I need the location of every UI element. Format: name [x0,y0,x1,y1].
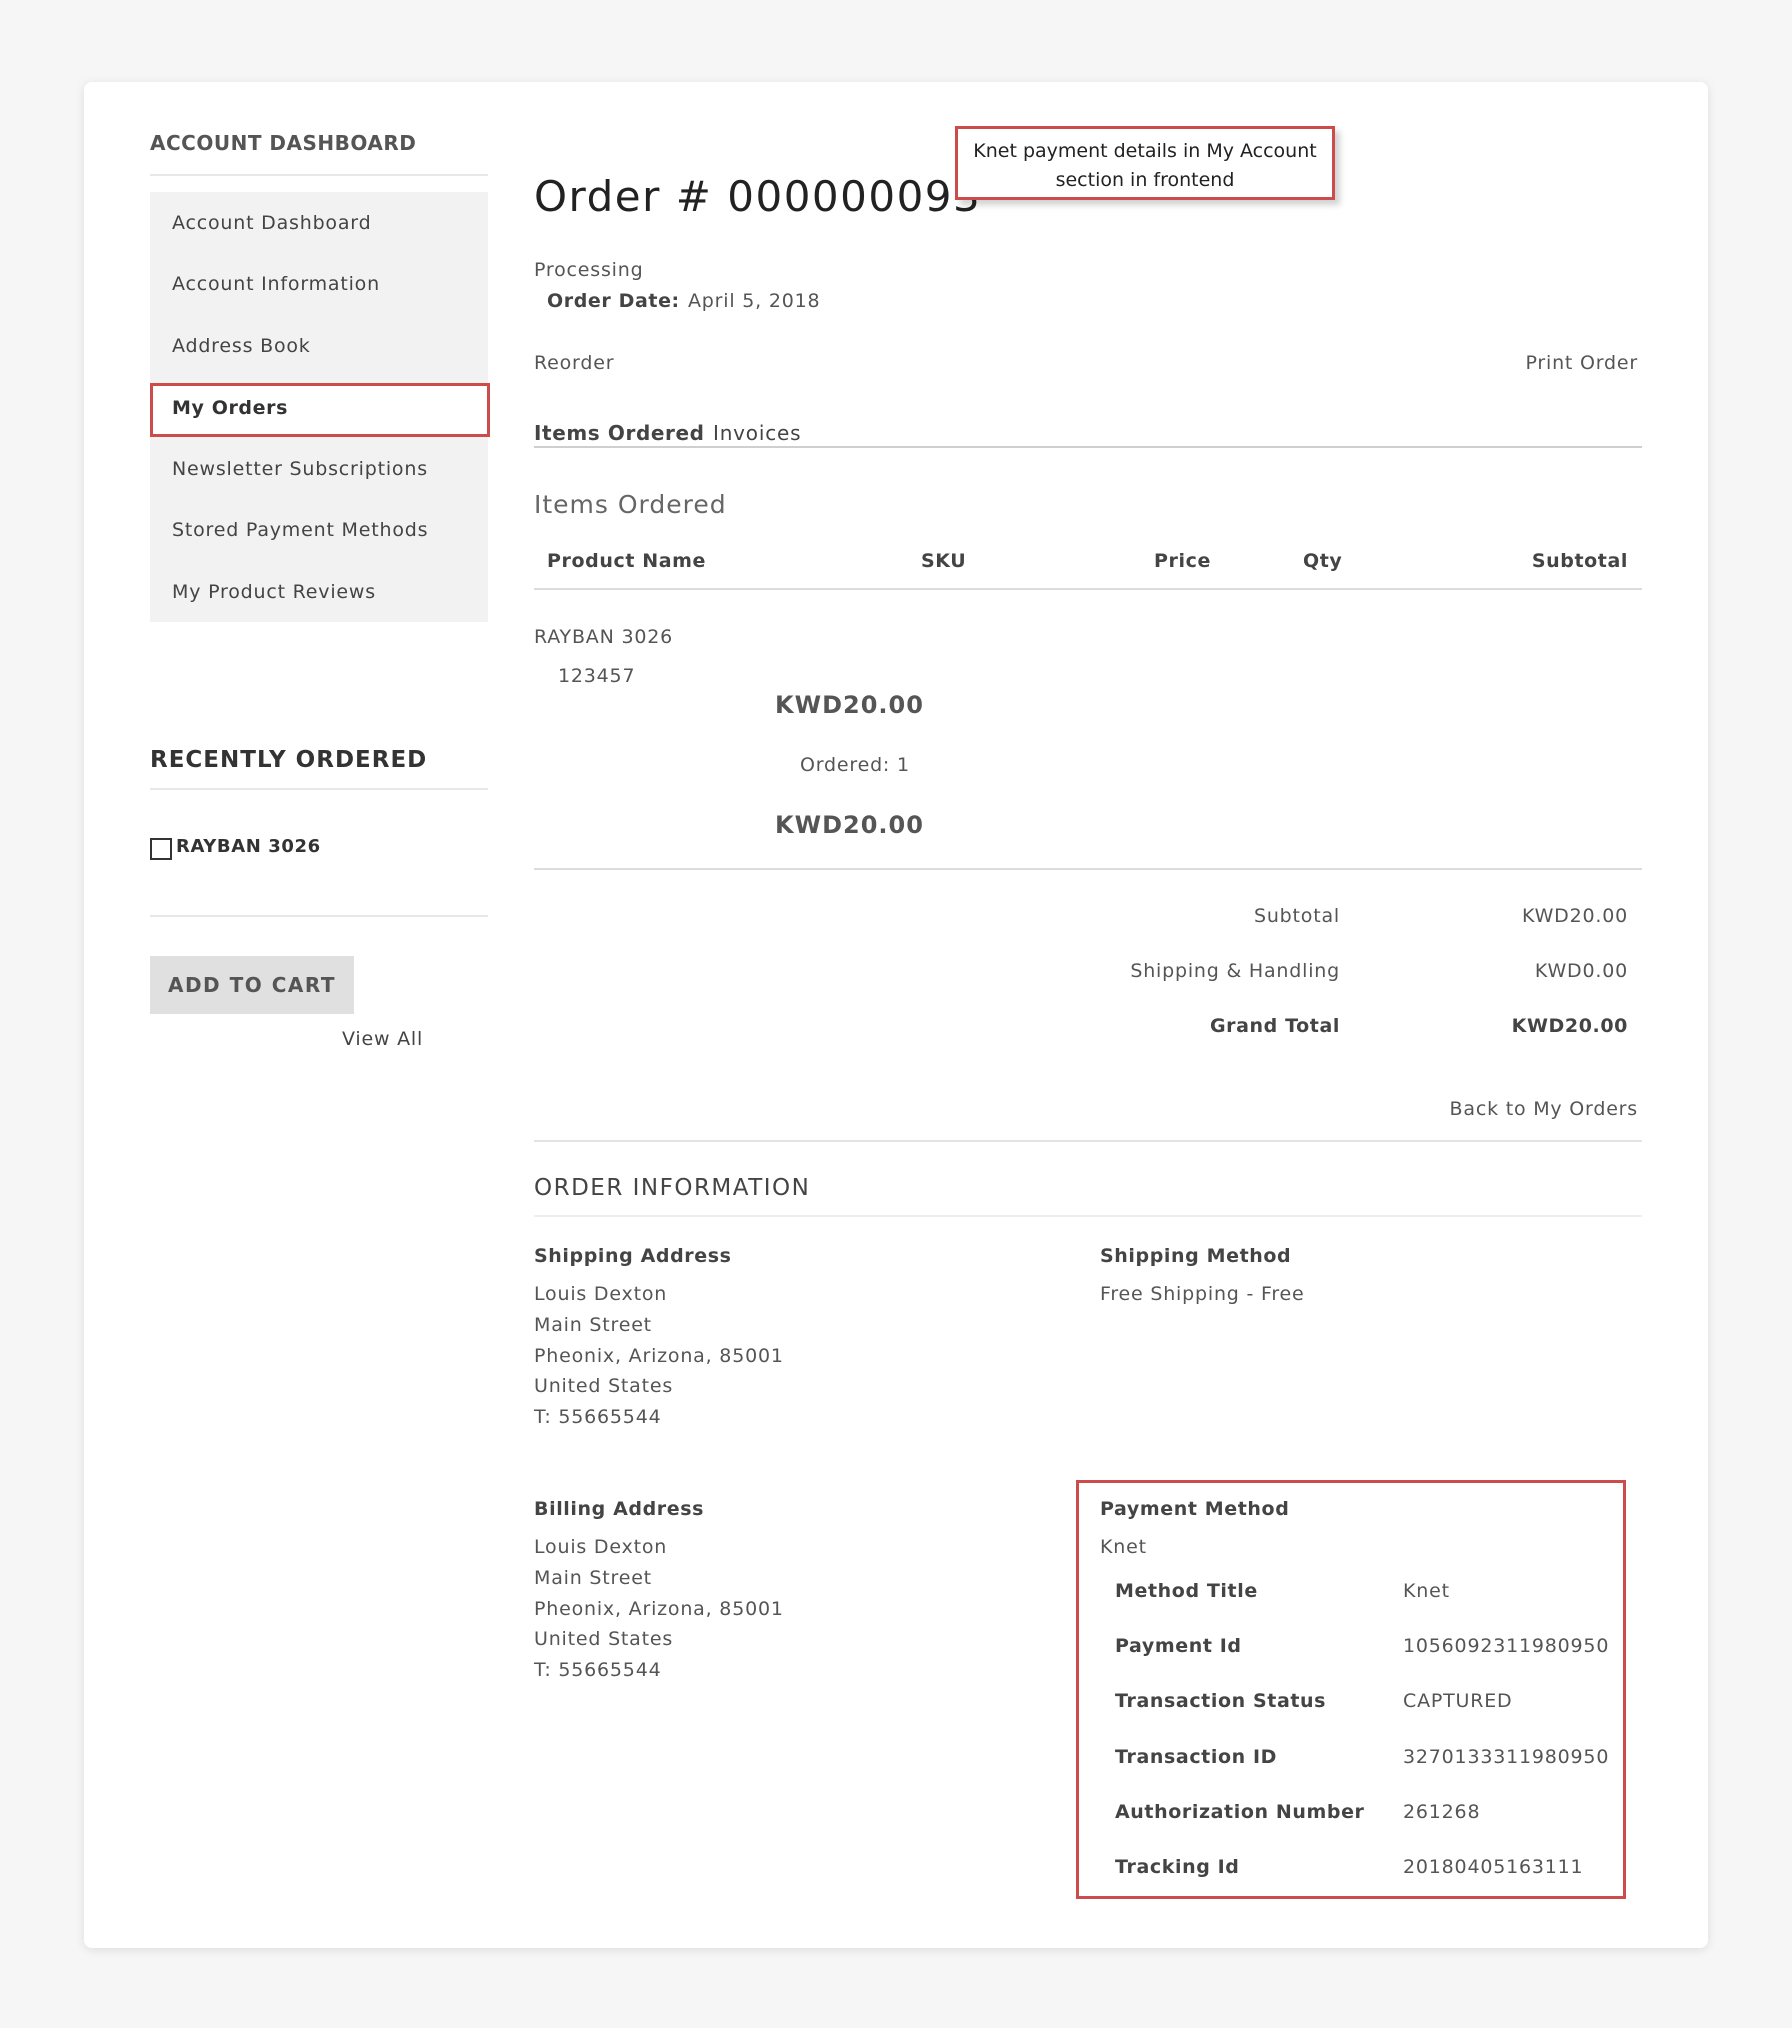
divider [150,174,488,176]
column-header-sku: SKU [921,550,967,572]
billing-address-line: Pheonix, Arizona, 85001 [534,1598,784,1620]
back-to-my-orders-link[interactable]: Back to My Orders [1450,1098,1638,1120]
sidebar-item-address-book[interactable]: Address Book [172,335,311,357]
payment-detail-label: Transaction Status [1115,1690,1327,1712]
column-header-product-name: Product Name [547,550,707,572]
order-date-label: Order Date: [547,290,680,312]
sidebar-item-my-product-reviews[interactable]: My Product Reviews [172,581,376,603]
shipping-address-line: Louis Dexton [534,1283,668,1305]
totals-shipping-value: KWD0.00 [1534,960,1628,982]
divider [150,788,488,790]
payment-detail-value: 3270133311980950 [1403,1746,1610,1768]
print-order-link[interactable]: Print Order [1525,352,1638,374]
shipping-address-title: Shipping Address [534,1245,732,1267]
billing-address-line: Main Street [534,1567,652,1589]
order-date-value: April 5, 2018 [688,290,821,312]
billing-address-line: United States [534,1628,674,1650]
add-to-cart-button[interactable]: ADD TO CART [150,956,354,1014]
divider [150,915,488,917]
view-all-link[interactable]: View All [342,1028,423,1050]
product-subtotal: KWD20.00 [775,811,924,839]
payment-detail-value: 20180405163111 [1403,1856,1584,1878]
tab-items-ordered[interactable]: Items Ordered [534,421,705,445]
tabs-divider [534,446,1642,448]
column-header-subtotal: Subtotal [1531,550,1628,572]
reorder-link[interactable]: Reorder [534,352,614,374]
product-qty: Ordered: 1 [800,754,910,776]
sidebar-item-newsletter-subscriptions[interactable]: Newsletter Subscriptions [172,458,428,480]
payment-detail-label: Transaction ID [1115,1746,1278,1768]
page-title: Order # 000000093 [534,172,982,221]
shipping-address-line: Main Street [534,1314,652,1336]
sidebar-title: ACCOUNT DASHBOARD [150,131,417,155]
shipping-method-title: Shipping Method [1100,1245,1292,1267]
shipping-method-value: Free Shipping - Free [1100,1283,1305,1305]
payment-detail-label: Method Title [1115,1580,1258,1602]
callout-line: Knet payment details in My Account [973,140,1317,162]
sidebar-item-label: My Orders [172,397,288,419]
billing-address-phone: T: 55665544 [534,1659,662,1681]
table-header-divider [534,588,1642,590]
column-header-qty: Qty [1303,550,1343,572]
payment-detail-label: Payment Id [1115,1635,1242,1657]
billing-address-title: Billing Address [534,1498,705,1520]
section-title: Items Ordered [534,490,727,519]
column-header-price: Price [1154,550,1211,572]
payment-detail-label: Authorization Number [1115,1801,1365,1823]
payment-detail-value: 261268 [1403,1801,1481,1823]
totals-subtotal-label: Subtotal [1253,905,1340,927]
table-row-divider [534,868,1642,870]
order-status: Processing [534,259,644,281]
sidebar-item-my-orders[interactable]: My Orders [150,383,490,437]
recent-item-checkbox[interactable] [150,838,172,860]
annotation-callout: Knet payment details in My Account secti… [955,126,1335,200]
payment-method-name: Knet [1100,1536,1147,1558]
payment-detail-value: CAPTURED [1403,1690,1513,1712]
totals-grand-total-value: KWD20.00 [1511,1015,1628,1037]
billing-address-line: Louis Dexton [534,1536,668,1558]
recent-item-name: RAYBAN 3026 [176,836,321,857]
product-name: RAYBAN 3026 [534,626,673,648]
product-price: KWD20.00 [775,691,924,719]
totals-shipping-label: Shipping & Handling [1130,960,1340,982]
order-information-title: ORDER INFORMATION [534,1175,811,1201]
divider [534,1215,1642,1217]
payment-method-title: Payment Method [1100,1498,1290,1520]
totals-grand-total-label: Grand Total [1209,1015,1340,1037]
payment-detail-value: 1056092311980950 [1403,1635,1610,1657]
callout-line: section in frontend [1055,169,1235,191]
sidebar-item-stored-payment-methods[interactable]: Stored Payment Methods [172,519,428,541]
sidebar-item-account-information[interactable]: Account Information [172,273,380,295]
recently-ordered-title: RECENTLY ORDERED [150,747,428,773]
sidebar-item-account-dashboard[interactable]: Account Dashboard [172,212,371,234]
product-sku: 123457 [558,665,636,687]
shipping-address-line: United States [534,1375,674,1397]
shipping-address-phone: T: 55665544 [534,1406,662,1428]
shipping-address-line: Pheonix, Arizona, 85001 [534,1345,784,1367]
divider [534,1140,1642,1142]
totals-subtotal-value: KWD20.00 [1522,905,1628,927]
payment-detail-label: Tracking Id [1115,1856,1240,1878]
tab-invoices[interactable]: Invoices [713,421,801,445]
payment-detail-value: Knet [1403,1580,1450,1602]
